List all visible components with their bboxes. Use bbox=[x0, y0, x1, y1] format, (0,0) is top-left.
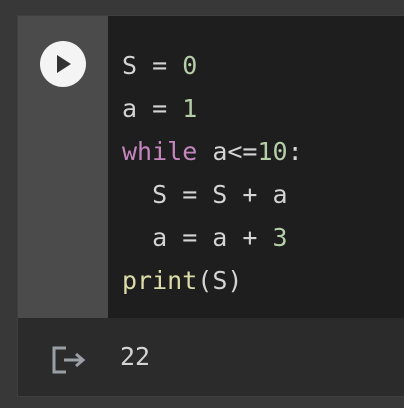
code-token: a = bbox=[122, 94, 183, 123]
code-token: 10 bbox=[257, 137, 288, 166]
code-token: print bbox=[122, 266, 198, 295]
notebook-cell: S = 0 a = 1 while a<=10: S = S + a a = a… bbox=[18, 16, 404, 396]
output-area: 22 bbox=[18, 318, 404, 396]
play-icon bbox=[57, 55, 71, 73]
output-redirect-icon bbox=[52, 346, 86, 374]
code-token: while bbox=[122, 137, 198, 166]
code-editor[interactable]: S = 0 a = 1 while a<=10: S = S + a a = a… bbox=[108, 16, 404, 318]
code-token: : bbox=[287, 137, 303, 166]
code-token: 1 bbox=[182, 94, 198, 123]
code-token: S = S + a bbox=[122, 180, 288, 209]
output-text: 22 bbox=[120, 342, 151, 371]
code-token: a<= bbox=[197, 137, 258, 166]
code-token: 3 bbox=[272, 223, 288, 252]
code-text[interactable]: S = 0 a = 1 while a<=10: S = S + a a = a… bbox=[122, 44, 303, 302]
code-token: a = a + bbox=[122, 223, 273, 252]
cell-gutter bbox=[18, 16, 108, 318]
code-token: 0 bbox=[182, 51, 198, 80]
code-token: (S) bbox=[197, 266, 243, 295]
code-token: S = bbox=[122, 51, 183, 80]
run-cell-button[interactable] bbox=[40, 41, 86, 87]
